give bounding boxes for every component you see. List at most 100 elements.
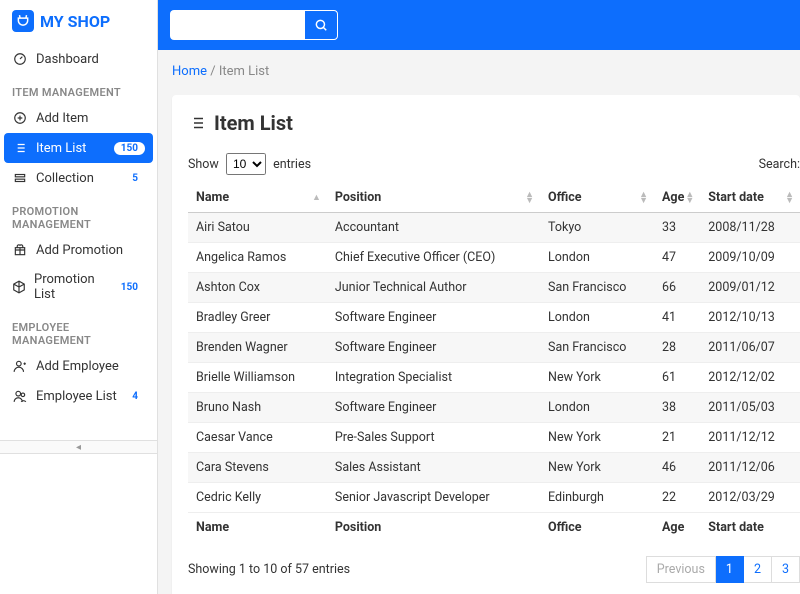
table-cell: Sales Assistant (327, 453, 540, 483)
brand[interactable]: MY SHOP (0, 10, 157, 44)
collection-icon (12, 170, 28, 186)
table-cell: Edinburgh (540, 483, 654, 513)
table-cell: 2011/06/07 (700, 333, 800, 363)
table-cell: 2012/03/29 (700, 483, 800, 513)
column-header[interactable]: Name▲ (188, 183, 327, 213)
table-cell: 28 (654, 333, 700, 363)
sidebar-item-emp-list[interactable]: Employee List 4 (0, 381, 157, 411)
column-footer: Name (188, 513, 327, 543)
table-cell: New York (540, 423, 654, 453)
promo-list-badge: 150 (114, 281, 145, 294)
section-item-mgmt: ITEM MANAGEMENT (0, 74, 157, 103)
table-cell: Tokyo (540, 213, 654, 243)
table-cell: 2011/12/06 (700, 453, 800, 483)
emp-list-label: Employee List (36, 389, 117, 404)
length-control: Show 10 entries (188, 153, 311, 175)
table-cell: 46 (654, 453, 700, 483)
gift-icon (12, 242, 28, 258)
box-icon (12, 279, 26, 295)
card: Item List Show 10 entries Search: Name▲P… (172, 95, 800, 594)
sidebar-collapse-handle[interactable]: ◂ (0, 440, 157, 454)
table-cell: London (540, 303, 654, 333)
table-cell: 21 (654, 423, 700, 453)
table-cell: Ashton Cox (188, 273, 327, 303)
sort-icon: ▲▼ (685, 192, 694, 204)
table-row[interactable]: Ashton CoxJunior Technical AuthorSan Fra… (188, 273, 800, 303)
main: Home / Item List Item List Show 10 entri… (158, 0, 800, 594)
table-cell: 66 (654, 273, 700, 303)
sidebar-item-dashboard[interactable]: Dashboard (0, 44, 157, 74)
page-number[interactable]: 3 (772, 556, 800, 583)
table-cell: London (540, 243, 654, 273)
table-cell: San Francisco (540, 333, 654, 363)
search-input[interactable] (170, 10, 305, 40)
table-cell: San Francisco (540, 273, 654, 303)
table-row[interactable]: Angelica RamosChief Executive Officer (C… (188, 243, 800, 273)
column-footer: Office (540, 513, 654, 543)
breadcrumb-current: Item List (219, 64, 269, 79)
item-list-badge: 150 (114, 142, 145, 155)
column-header[interactable]: Age▲▼ (654, 183, 700, 213)
table-cell: Software Engineer (327, 333, 540, 363)
page-size-select[interactable]: 10 (226, 153, 266, 175)
table-cell: 2009/10/09 (700, 243, 800, 273)
page-title: Item List (188, 111, 800, 135)
page-number[interactable]: 2 (744, 556, 772, 583)
sidebar-item-add-emp[interactable]: Add Employee (0, 351, 157, 381)
data-table: Name▲Position▲▼Office▲▼Age▲▼Start date▲▼… (188, 183, 800, 542)
table-cell: Bradley Greer (188, 303, 327, 333)
table-cell: Chief Executive Officer (CEO) (327, 243, 540, 273)
page-number[interactable]: 1 (716, 556, 744, 583)
table-row[interactable]: Bruno NashSoftware EngineerLondon382011/… (188, 393, 800, 423)
sidebar-item-collection[interactable]: Collection 5 (0, 163, 157, 193)
table-row[interactable]: Bradley GreerSoftware EngineerLondon4120… (188, 303, 800, 333)
sort-icon: ▲▼ (785, 192, 794, 204)
table-cell: Cara Stevens (188, 453, 327, 483)
table-cell: Integration Specialist (327, 363, 540, 393)
dashboard-label: Dashboard (36, 52, 99, 67)
table-row[interactable]: Cedric KellySenior Javascript DeveloperE… (188, 483, 800, 513)
column-footer: Age (654, 513, 700, 543)
search-button[interactable] (304, 10, 338, 40)
sort-icon: ▲▼ (639, 192, 648, 204)
table-cell: 47 (654, 243, 700, 273)
table-row[interactable]: Brenden WagnerSoftware EngineerSan Franc… (188, 333, 800, 363)
topbar (158, 0, 800, 50)
table-row[interactable]: Caesar VancePre-Sales SupportNew York212… (188, 423, 800, 453)
add-item-label: Add Item (36, 111, 88, 126)
table-cell: Brenden Wagner (188, 333, 327, 363)
table-cell: Airi Satou (188, 213, 327, 243)
user-plus-icon (12, 358, 28, 374)
list-icon (188, 114, 206, 132)
item-list-label: Item List (36, 141, 86, 156)
sidebar-item-promo-list[interactable]: Promotion List 150 (0, 265, 157, 309)
table-cell: London (540, 393, 654, 423)
table-row[interactable]: Cara StevensSales AssistantNew York46201… (188, 453, 800, 483)
table-cell: Software Engineer (327, 393, 540, 423)
table-cell: Pre-Sales Support (327, 423, 540, 453)
breadcrumb-home[interactable]: Home (172, 64, 207, 79)
sidebar-item-item-list[interactable]: Item List 150 (4, 133, 153, 163)
table-cell: Caesar Vance (188, 423, 327, 453)
section-promo-mgmt: PROMOTION MANAGEMENT (0, 193, 157, 235)
dashboard-icon (12, 51, 28, 67)
column-header[interactable]: Position▲▼ (327, 183, 540, 213)
brand-text: MY SHOP (40, 12, 110, 31)
table-cell: Bruno Nash (188, 393, 327, 423)
table-cell: Accountant (327, 213, 540, 243)
table-row[interactable]: Brielle WilliamsonIntegration Specialist… (188, 363, 800, 393)
collection-label: Collection (36, 171, 94, 186)
promo-list-label: Promotion List (34, 272, 106, 302)
sidebar-item-add-item[interactable]: Add Item (0, 103, 157, 133)
pagination: Previous123 (646, 556, 800, 583)
table-cell: 61 (654, 363, 700, 393)
table-cell: 2008/11/28 (700, 213, 800, 243)
column-footer: Start date (700, 513, 800, 543)
sidebar-item-add-promo[interactable]: Add Promotion (0, 235, 157, 265)
column-header[interactable]: Start date▲▼ (700, 183, 800, 213)
table-info: Showing 1 to 10 of 57 entries (188, 562, 350, 577)
column-header[interactable]: Office▲▼ (540, 183, 654, 213)
table-cell: 2009/01/12 (700, 273, 800, 303)
page-prev[interactable]: Previous (646, 556, 716, 583)
table-row[interactable]: Airi SatouAccountantTokyo332008/11/28 (188, 213, 800, 243)
